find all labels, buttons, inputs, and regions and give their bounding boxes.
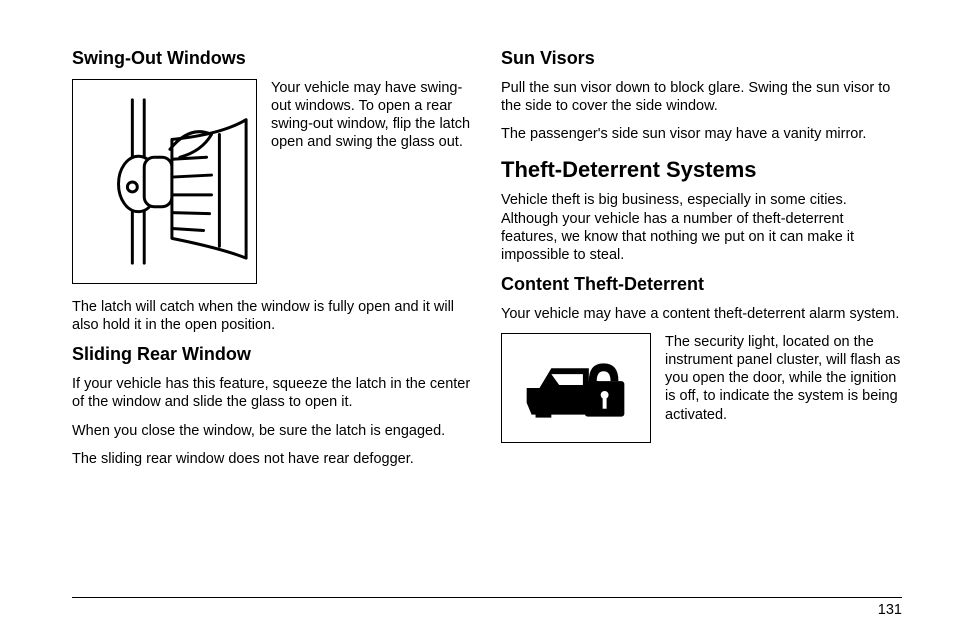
hand-latch-icon [73,79,256,284]
sun-paragraph-2: The passenger's side sun visor may have … [501,125,902,143]
swing-out-window-latch-illustration [72,79,257,284]
page-columns: Swing-Out Windows [72,48,902,478]
sun-paragraph-1: Pull the sun visor down to block glare. … [501,79,902,115]
page-number: 131 [878,602,902,618]
left-column: Swing-Out Windows [72,48,473,478]
security-light-side-text: The security light, located on the instr… [665,333,902,443]
heading-swing-out-windows: Swing-Out Windows [72,48,473,69]
security-light-illustration [501,333,651,443]
content-paragraph-1: Your vehicle may have a content theft-de… [501,305,902,323]
swing-out-paragraph-2: The latch will catch when the window is … [72,298,473,334]
heading-sun-visors: Sun Visors [501,48,902,69]
security-light-figure-row: The security light, located on the instr… [501,333,902,443]
swing-out-figure-row: Your vehicle may have swing-out windows.… [72,79,473,284]
heading-sliding-rear-window: Sliding Rear Window [72,344,473,365]
swing-out-side-text: Your vehicle may have swing-out windows.… [271,79,473,284]
theft-paragraph-1: Vehicle theft is big business, especiall… [501,191,902,264]
heading-theft-deterrent-systems: Theft-Deterrent Systems [501,157,902,183]
right-column: Sun Visors Pull the sun visor down to bl… [501,48,902,478]
sliding-paragraph-1: If your vehicle has this feature, squeez… [72,375,473,411]
heading-content-theft-deterrent: Content Theft-Deterrent [501,274,902,295]
sliding-paragraph-3: The sliding rear window does not have re… [72,450,473,468]
sliding-paragraph-2: When you close the window, be sure the l… [72,422,473,440]
car-lock-icon [502,333,650,443]
page-footer: 131 [72,597,902,618]
